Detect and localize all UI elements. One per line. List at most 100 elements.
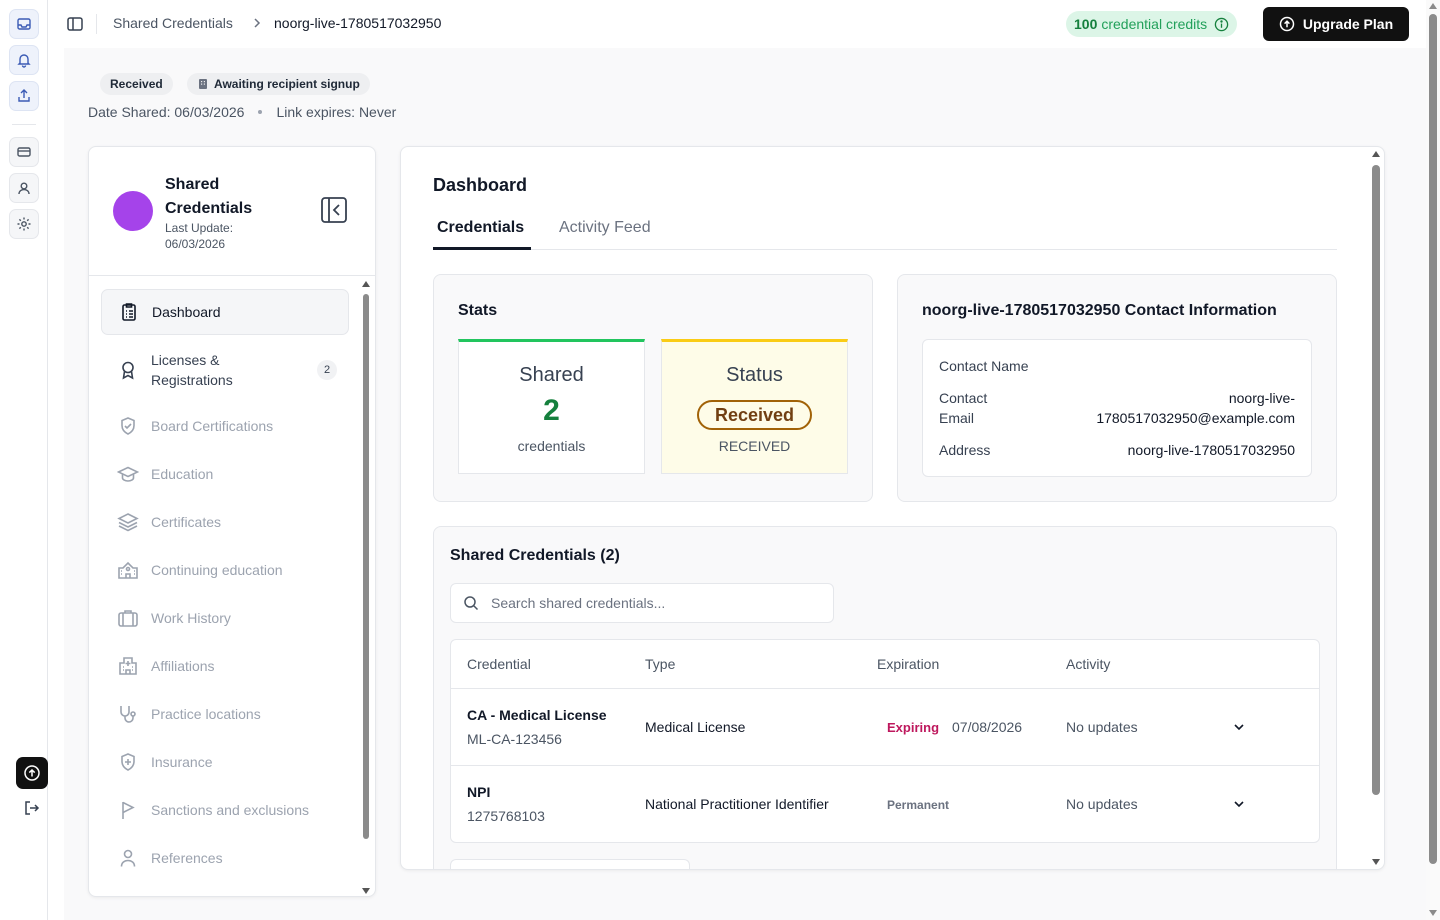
top-bar: Shared Credentials noorg-live-1780517032… — [48, 0, 1426, 48]
sidebar-item-label: Sanctions and exclusions — [151, 802, 309, 818]
shared-credentials-title: Shared Credentials (2) — [450, 547, 620, 564]
card-icon[interactable] — [9, 137, 39, 167]
sidebar-item-label: Certificates — [151, 514, 222, 530]
contact-email-label: Email — [939, 410, 975, 426]
stat-status-label: Status — [726, 364, 783, 386]
sidebar-item-label: Licenses & Registrations — [151, 352, 233, 388]
column-header: Expiration — [877, 656, 940, 672]
sidebar-item-label: Affiliations — [151, 658, 215, 674]
inbox-icon[interactable] — [9, 9, 39, 39]
sidebar-item-references[interactable]: References — [101, 834, 349, 882]
upgrade-circle-icon[interactable] — [16, 757, 48, 789]
meta-separator — [258, 110, 263, 114]
search-placeholder: Search shared credentials... — [491, 595, 666, 611]
panel-scroll-thumb[interactable] — [1372, 165, 1380, 795]
contact-email-label: Contact — [939, 390, 988, 406]
expiring-badge: Expiring — [887, 720, 940, 735]
sidebar-item-practice-locations[interactable]: Practice locations — [101, 690, 349, 738]
tab-activity-feed[interactable]: Activity Feed — [559, 219, 651, 237]
date-shared: Date Shared: 06/03/2026 — [88, 104, 245, 120]
credential-type: National Practitioner Identifier — [645, 796, 829, 812]
sidebar-scroll-thumb[interactable] — [363, 294, 369, 839]
status-pill: Received — [697, 400, 812, 430]
sidebar-item-licenses[interactable]: Licenses & Registrations 2 — [101, 346, 349, 394]
search-input[interactable]: Search shared credentials... — [450, 583, 834, 623]
chevron-down-icon[interactable] — [1231, 719, 1247, 735]
upgrade-plan-button[interactable]: Upgrade Plan — [1263, 7, 1409, 41]
stat-shared-label: Shared — [519, 364, 584, 386]
contact-card: noorg-live-1780517032950 Contact Informa… — [897, 274, 1337, 502]
credential-type: Medical License — [645, 719, 746, 735]
sidebar-last-update: Last Update: 06/03/2026 — [165, 221, 234, 251]
sidebar-item-education[interactable]: Education — [101, 450, 349, 498]
sidebar-item-board-certifications[interactable]: Board Certifications — [101, 402, 349, 450]
table-row[interactable]: CA - Medical License ML-CA-123456 Medica… — [451, 689, 1319, 765]
logout-icon[interactable] — [16, 793, 48, 823]
user-icon[interactable] — [9, 173, 39, 203]
tab-credentials[interactable]: Credentials — [437, 219, 524, 237]
credential-name: NPI — [467, 784, 491, 800]
chevron-down-icon[interactable] — [1231, 796, 1247, 812]
shield-plus-icon — [117, 751, 139, 773]
stats-card: Stats Shared 2 credentials Status Receiv… — [433, 274, 873, 502]
search-icon — [463, 595, 479, 611]
link-expires: Link expires: Never — [276, 104, 397, 120]
collapse-panel-icon[interactable] — [319, 195, 349, 225]
stat-status: Status Received RECEIVED — [661, 339, 848, 474]
credential-name: CA - Medical License — [467, 707, 607, 723]
sidebar-item-label: Board Certifications — [151, 418, 274, 434]
content-area: Received Awaiting recipient signup Date … — [64, 48, 1426, 920]
expiration-date: 07/08/2026 — [952, 719, 1023, 735]
graduation-cap-icon — [117, 463, 139, 485]
settings-icon[interactable] — [9, 209, 39, 239]
credential-id: ML-CA-123456 — [467, 731, 562, 747]
sidebar-item-dashboard[interactable]: Dashboard — [101, 289, 349, 335]
share-upload-icon[interactable] — [9, 81, 39, 111]
contact-address-label: Address — [939, 442, 991, 458]
stethoscope-icon — [117, 703, 139, 725]
contact-email-value: 1780517032950@example.com — [1096, 410, 1295, 426]
shield-check-icon — [117, 415, 139, 437]
hospital-icon — [117, 655, 139, 677]
page-scrollbar[interactable] — [1426, 0, 1440, 920]
shared-credentials-card: Shared Credentials (2) Search shared cre… — [433, 526, 1337, 869]
pagination-control[interactable] — [450, 859, 690, 869]
sidebar-toggle-icon[interactable] — [66, 15, 84, 38]
upgrade-plan-label: Upgrade Plan — [1302, 16, 1394, 32]
breadcrumb-root[interactable]: Shared Credentials — [113, 15, 233, 31]
status-badge: Received — [100, 73, 173, 95]
permanent-badge: Permanent — [887, 798, 950, 812]
table-row[interactable]: NPI 1275768103 National Practitioner Ide… — [451, 766, 1319, 842]
sidebar-item-insurance[interactable]: Insurance — [101, 738, 349, 786]
award-ribbon-icon — [117, 359, 139, 381]
upgrade-circle-icon — [1279, 16, 1295, 32]
stat-shared-sub: credentials — [517, 438, 586, 454]
sidebar-item-certificates[interactable]: Certificates — [101, 498, 349, 546]
activity-status: No updates — [1066, 719, 1138, 735]
credentials-table: Credential Type Expiration Activity CA -… — [450, 639, 1320, 843]
briefcase-icon — [117, 607, 139, 629]
sidebar-item-work-history[interactable]: Work History — [101, 594, 349, 642]
credits-label: credential credits — [1101, 16, 1208, 32]
header-divider — [96, 14, 97, 34]
clipboard-icon — [118, 301, 140, 323]
bell-icon[interactable] — [9, 45, 39, 75]
info-icon[interactable] — [1214, 17, 1229, 32]
sidebar-item-sanctions[interactable]: Sanctions and exclusions — [101, 786, 349, 834]
column-header: Credential — [467, 656, 531, 672]
sidebar-item-continuing-education[interactable]: Continuing education — [101, 546, 349, 594]
credential-id: 1275768103 — [467, 808, 545, 824]
sidebar-item-label: Insurance — [151, 754, 213, 770]
dashboard-panel: Dashboard Credentials Activity Feed Stat… — [400, 146, 1385, 870]
credits-pill: 100 credential credits — [1066, 11, 1238, 37]
school-building-icon — [117, 559, 139, 581]
activity-status: No updates — [1066, 796, 1138, 812]
flag-icon — [117, 799, 139, 821]
sidebar-title: Shared Credentials — [165, 176, 253, 217]
sidebar-item-label: Continuing education — [151, 562, 283, 578]
awaiting-badge-label: Awaiting recipient signup — [214, 77, 360, 91]
sidebar-item-affiliations[interactable]: Affiliations — [101, 642, 349, 690]
sidebar-item-label: Practice locations — [151, 706, 261, 722]
column-header: Type — [645, 656, 676, 672]
awaiting-badge: Awaiting recipient signup — [187, 73, 370, 95]
